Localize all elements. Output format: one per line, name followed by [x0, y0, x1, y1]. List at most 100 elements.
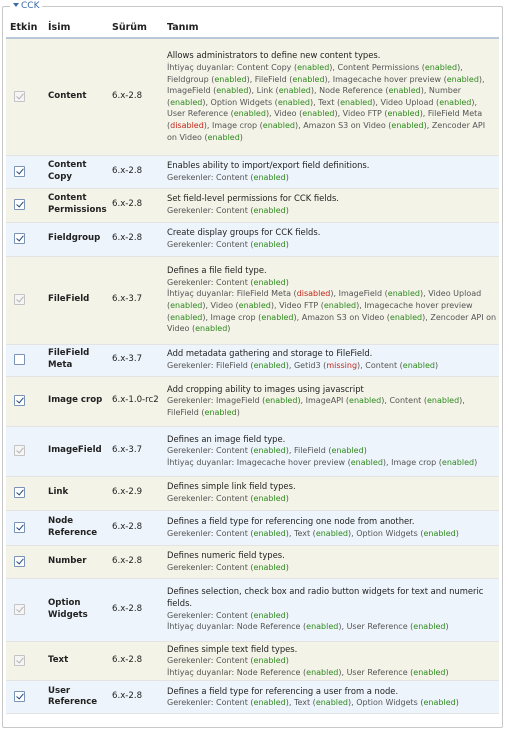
dependency-status: disabled [296, 289, 331, 299]
module-version: 6.x-3.7 [108, 426, 163, 477]
dependency-label: İhtiyaç duyanlar: [167, 62, 235, 72]
dependency-module: Content [216, 610, 248, 620]
module-description: Enables ability to import/export field d… [167, 159, 370, 170]
module-description-cell: Enables ability to import/export field d… [163, 155, 499, 189]
enable-checkbox-number[interactable] [14, 555, 25, 567]
dependency-module: Node Reference [319, 86, 383, 96]
module-description: Defines an image field type. [167, 433, 286, 444]
enabled-cell [6, 155, 44, 189]
dependency-label: Gerekenler: [167, 277, 214, 287]
dependency-status: enabled [204, 407, 237, 417]
dependency-module: Content Copy [236, 62, 292, 72]
dependency-status: enabled [424, 62, 458, 72]
dependency-label: Gerekenler: [167, 494, 214, 503]
enable-checkbox-link[interactable] [14, 487, 25, 499]
dependency-module: Content [216, 656, 248, 666]
module-description: Add cropping ability to images using jav… [167, 383, 364, 394]
module-row-node-reference: Node Reference 6.x-2.8 Defines a field typ… [6, 510, 499, 546]
dependency-line: Gerekenler: Content (enabled) [167, 277, 289, 287]
dependency-line: Gerekenler: Content (enabled) [167, 240, 289, 249]
dependency-module: Content [216, 528, 248, 538]
dependency-line: Gerekenler: Content (enabled) [167, 610, 289, 620]
enabled-cell [6, 476, 44, 511]
module-description-cell: Create display groups for CCK fields. Ger… [163, 222, 499, 257]
dependency-status: enabled [238, 301, 271, 310]
module-row-number: Number 6.x-2.8 Defines numeric field types… [6, 545, 499, 579]
enable-checkbox-user-reference[interactable] [14, 691, 25, 703]
dependency-status: enabled [413, 667, 446, 677]
dependency-status: enabled [413, 622, 446, 632]
fieldset-legend[interactable]: CCK [10, 0, 43, 12]
dependency-module: Node Reference [236, 667, 301, 677]
dependency-status: enabled [214, 74, 247, 84]
dependency-label: Gerekenler: [167, 361, 214, 370]
module-row-link: Link 6.x-2.9 Defines simple link field typ… [6, 476, 499, 511]
enabled-cell [6, 510, 44, 546]
module-version: 6.x-2.9 [108, 476, 163, 511]
dependency-module: Imagecache hover preview [364, 301, 473, 310]
enable-checkbox-node-reference[interactable] [14, 521, 25, 533]
dependency-line: Gerekenler: FileField (enabled), Getid3 … [167, 361, 439, 370]
module-row-filefield-meta: FileField Meta 6.x-3.7 Add metadata gather… [6, 344, 499, 377]
dependency-status: enabled [278, 86, 311, 96]
dependency-module: ImageAPI [305, 396, 344, 406]
dependency-line: Gerekenler: Content (enabled), Text (ena… [167, 698, 459, 708]
module-row-user-reference: User Reference 6.x-2.8 Defines a field typ… [6, 680, 499, 715]
dependency-status: enabled [253, 277, 286, 287]
header-description: Tanım [163, 18, 499, 39]
enabled-cell [6, 188, 44, 223]
module-version: 6.x-2.8 [108, 545, 163, 579]
module-description: Set field-level permissions for CCK fiel… [167, 193, 339, 204]
dependency-module: FileField [167, 407, 199, 417]
dependency-line: Gerekenler: Content (enabled) [167, 656, 289, 666]
dependency-status: enabled [402, 361, 435, 370]
dependency-module: User Reference [167, 109, 229, 119]
enable-checkbox-filefield [14, 294, 25, 306]
module-description: Defines a field type for referencing a u… [167, 685, 399, 696]
enable-checkbox-fieldgroup[interactable] [14, 233, 25, 245]
enable-checkbox-content-copy[interactable] [14, 165, 25, 177]
dependency-line: Gerekenler: Content (enabled) [167, 494, 289, 503]
dependency-label: Gerekenler: [167, 396, 214, 406]
dependency-label: Gerekenler: [167, 172, 214, 182]
dependency-status: enabled [297, 62, 330, 72]
dependency-module: Fieldgroup [167, 74, 209, 84]
dependency-status: enabled [233, 109, 266, 119]
enabled-cell [6, 545, 44, 579]
dependency-module: Image crop [210, 312, 256, 322]
module-description: Create display groups for CCK fields. [167, 227, 321, 238]
enable-checkbox-option-widgets [14, 603, 25, 615]
module-name: Node Reference [44, 510, 108, 546]
dependency-module: Content [216, 172, 248, 182]
module-description-cell: Defines simple link field types. Gerekenl… [163, 476, 499, 511]
enable-checkbox-content-permissions[interactable] [14, 199, 25, 211]
module-name: FileField [44, 256, 108, 345]
dependency-status: enabled [262, 120, 295, 130]
dependency-module: Content [365, 361, 398, 370]
module-row-content-permissions: Content Permissions 6.x-2.8 Set field-leve… [6, 188, 499, 223]
dependency-module: Video [210, 301, 233, 310]
collapse-triangle-icon [13, 3, 19, 7]
dependency-module: Content [216, 562, 248, 572]
dependency-module: Link [256, 86, 274, 96]
module-name: Option Widgets [44, 578, 108, 642]
dependency-status: enabled [170, 312, 203, 322]
dependency-label: Gerekenler: [167, 698, 214, 708]
module-row-option-widgets: Option Widgets 6.x-2.8 Defines selection, … [6, 578, 499, 642]
enable-checkbox-filefield-meta[interactable] [14, 354, 25, 366]
module-name: Fieldgroup [44, 222, 108, 257]
dependency-status: enabled [253, 698, 286, 708]
dependency-status: enabled [265, 396, 298, 406]
module-description: Defines a file field type. [167, 265, 267, 276]
enabled-cell [6, 222, 44, 257]
module-row-content: Content 6.x-2.8 Allows administrators to d… [6, 38, 499, 156]
module-description: Add metadata gathering and storage to Fi… [167, 348, 373, 359]
enable-checkbox-image-crop[interactable] [14, 395, 25, 407]
dependency-module: Option Widgets [356, 698, 418, 708]
enabled-cell [6, 641, 44, 682]
dependency-module: Content [216, 494, 248, 503]
dependency-label: İhtiyaç duyanlar: [167, 457, 235, 467]
dependency-status: enabled [216, 86, 249, 96]
module-version: 6.x-3.7 [108, 344, 163, 377]
dependency-status: enabled [306, 622, 339, 632]
